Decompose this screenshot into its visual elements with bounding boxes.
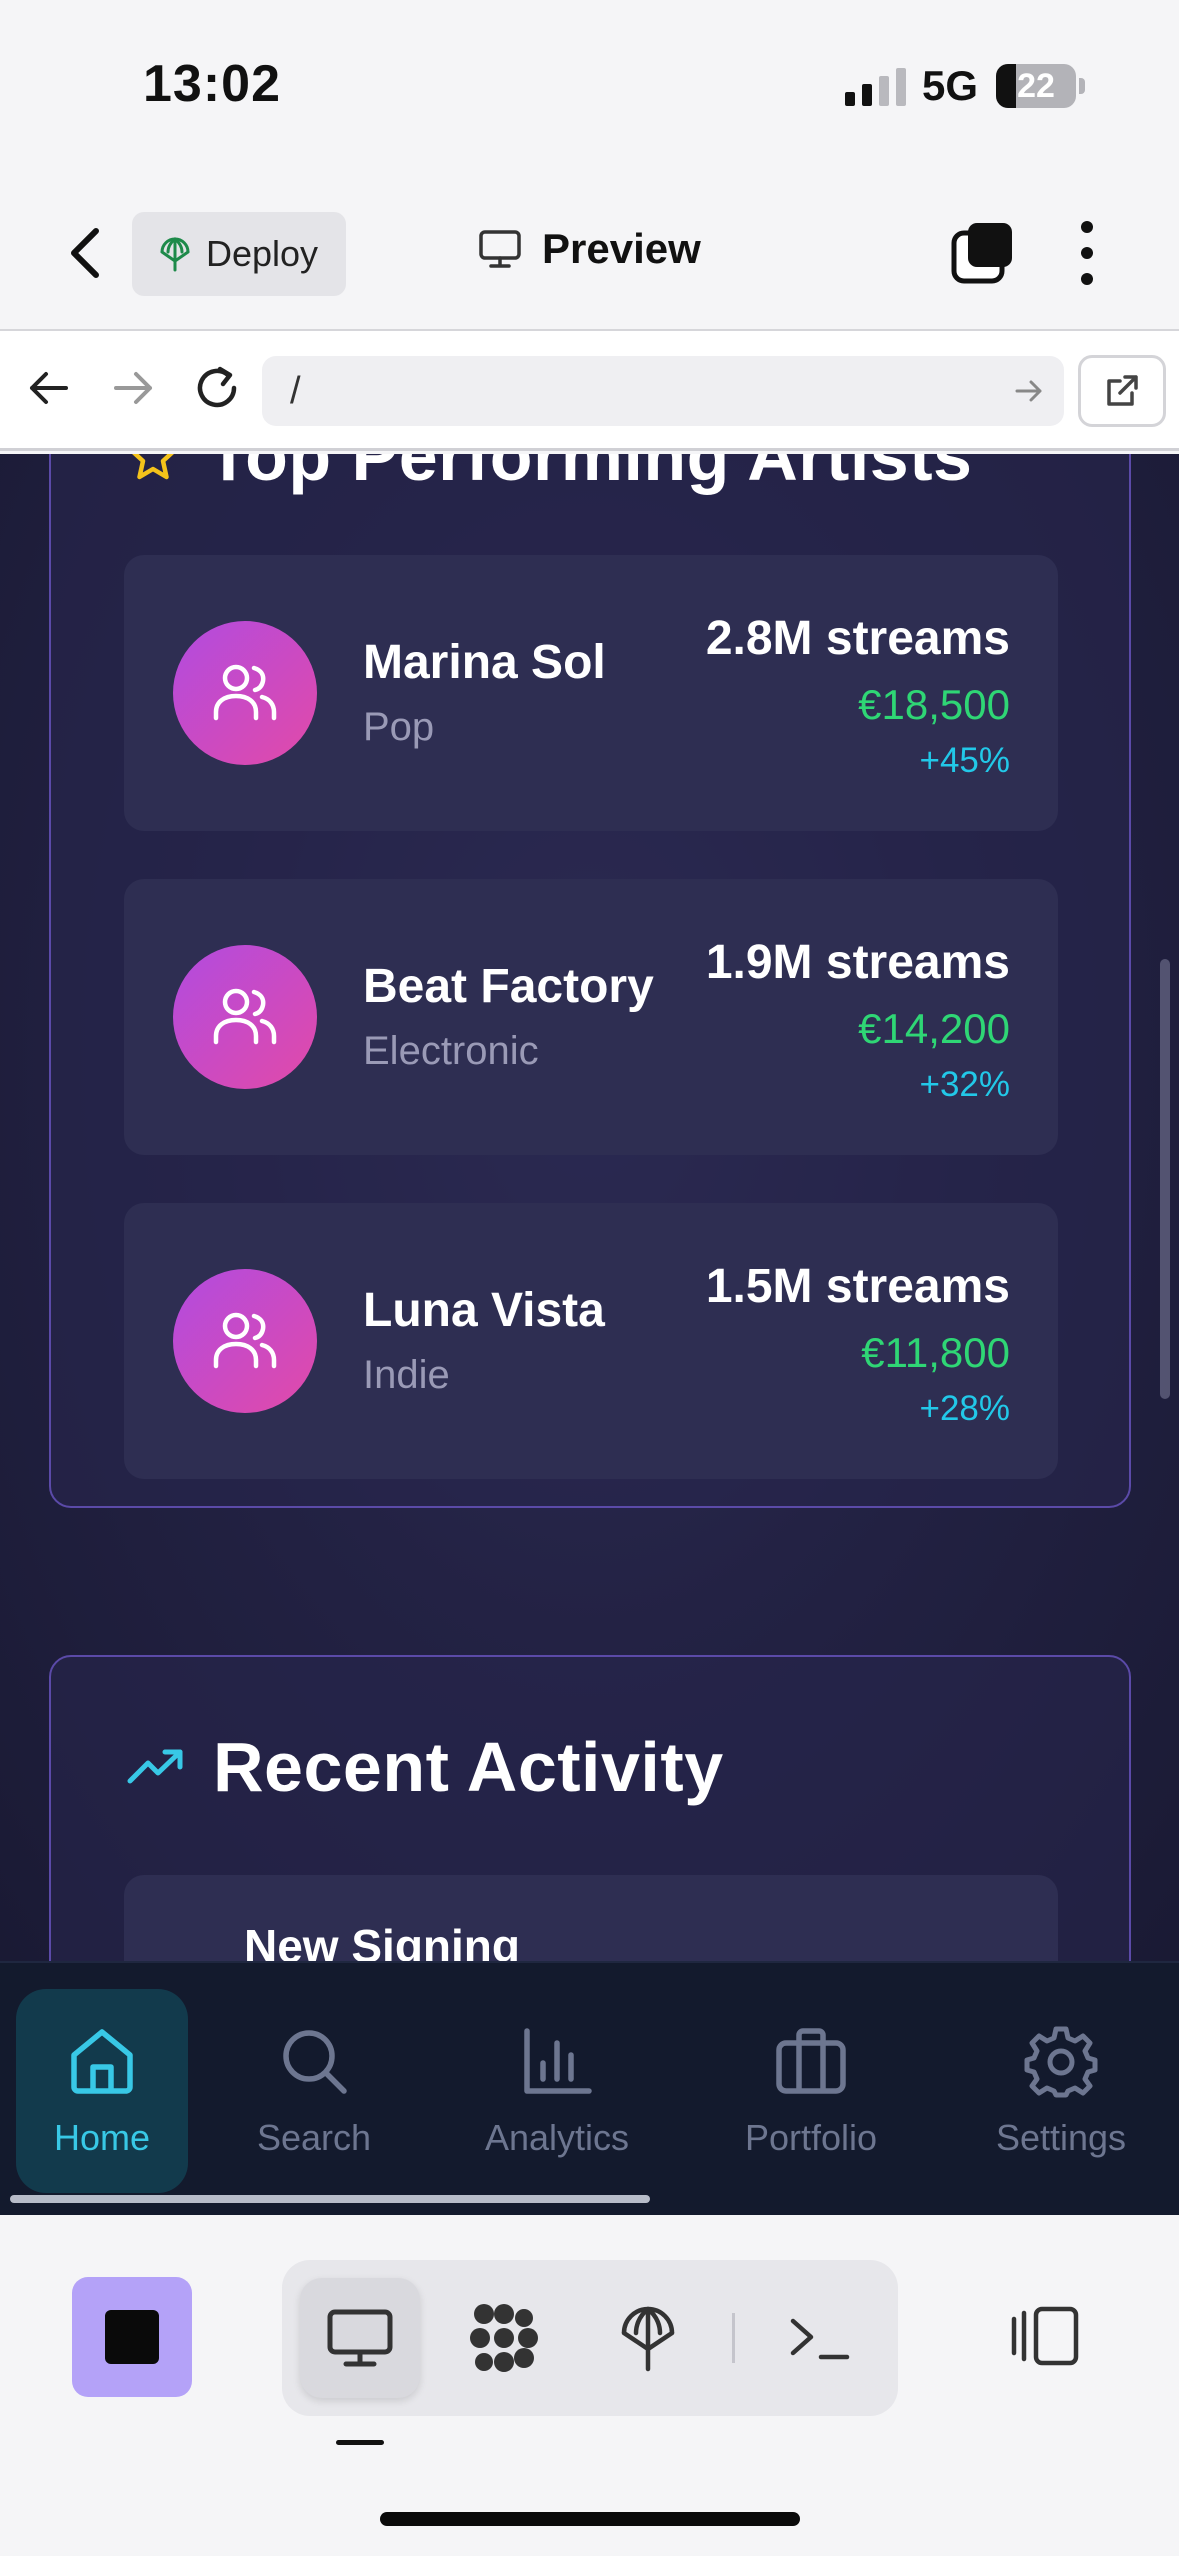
reload-icon[interactable] bbox=[190, 361, 244, 415]
artist-growth: +45% bbox=[919, 741, 1011, 780]
browser-back-icon[interactable] bbox=[26, 365, 72, 411]
deploy-icon bbox=[621, 2306, 675, 2372]
network-type: 5G bbox=[922, 62, 979, 109]
status-bar: 13:02 5G 22 bbox=[0, 0, 1179, 175]
top-artists-card: Top Performing Artists Marina Sol Pop 2.… bbox=[49, 454, 1131, 1508]
external-link-icon bbox=[1107, 375, 1138, 406]
tab-analytics[interactable]: Analytics bbox=[462, 1989, 652, 2193]
stop-icon bbox=[105, 2310, 159, 2364]
artist-genre: Indie bbox=[363, 1353, 450, 1397]
home-indicator bbox=[380, 2512, 800, 2526]
recent-activity-card: Recent Activity New Signing bbox=[49, 1655, 1131, 1961]
url-bar: / bbox=[0, 331, 1179, 451]
gear-icon bbox=[1024, 2026, 1098, 2098]
artist-name: Luna Vista bbox=[363, 1284, 605, 1337]
users-icon bbox=[213, 664, 277, 721]
users-icon bbox=[213, 988, 277, 1045]
preview-label: Preview bbox=[542, 225, 701, 272]
open-external-button[interactable] bbox=[1078, 355, 1166, 427]
tab-search-label: Search bbox=[256, 2117, 372, 2158]
tab-portfolio-label: Portfolio bbox=[744, 2117, 878, 2158]
monitor-icon bbox=[327, 2309, 393, 2367]
deploy-icon bbox=[160, 237, 190, 272]
home-icon bbox=[71, 2029, 133, 2094]
bar-chart-icon bbox=[524, 2028, 592, 2094]
search-icon bbox=[283, 2030, 347, 2094]
tab-portfolio[interactable]: Portfolio bbox=[716, 1989, 906, 2193]
tab-settings-label: Settings bbox=[995, 2117, 1127, 2158]
tab-settings[interactable]: Settings bbox=[966, 1989, 1156, 2193]
terminal-icon bbox=[790, 2318, 850, 2360]
artist-growth: +32% bbox=[919, 1065, 1011, 1104]
artist-avatar bbox=[173, 945, 317, 1089]
artist-genre: Pop bbox=[363, 705, 435, 749]
artist-growth: +28% bbox=[919, 1389, 1011, 1428]
artist-card[interactable]: Beat Factory Electronic 1.9M streams €14… bbox=[124, 879, 1058, 1155]
tab-analytics-label: Analytics bbox=[484, 2117, 630, 2158]
preview-view-button[interactable] bbox=[300, 2278, 420, 2398]
trending-up-icon bbox=[127, 1749, 183, 1784]
recent-activity-header: Recent Activity bbox=[127, 1727, 724, 1807]
status-time: 13:02 bbox=[143, 55, 281, 113]
briefcase-icon bbox=[776, 2028, 846, 2094]
console-view-button[interactable] bbox=[760, 2278, 880, 2398]
browser-forward-icon[interactable] bbox=[110, 365, 156, 411]
monitor-icon bbox=[479, 230, 521, 268]
tab-home-label: Home bbox=[53, 2117, 151, 2158]
artist-genre: Electronic bbox=[363, 1029, 539, 1073]
artist-revenue: €14,200 bbox=[858, 1005, 1010, 1052]
activity-item[interactable]: New Signing bbox=[124, 1875, 1058, 1961]
url-text: / bbox=[290, 369, 301, 412]
web-content: Top Performing Artists Marina Sol Pop 2.… bbox=[0, 454, 1179, 1961]
artist-avatar bbox=[173, 621, 317, 765]
battery-icon: 22 bbox=[996, 64, 1085, 108]
deploy-button[interactable]: Deploy bbox=[132, 212, 346, 296]
artist-name: Beat Factory bbox=[363, 960, 654, 1013]
view-switcher bbox=[282, 2260, 898, 2416]
signal-icon bbox=[845, 66, 906, 106]
agent-icon bbox=[470, 2304, 538, 2372]
more-menu-icon[interactable] bbox=[1070, 219, 1104, 287]
top-artists-header: Top Performing Artists bbox=[127, 454, 972, 496]
top-artists-title: Top Performing Artists bbox=[207, 454, 973, 495]
tab-home[interactable]: Home bbox=[16, 1989, 188, 2193]
artist-card[interactable]: Marina Sol Pop 2.8M streams €18,500 +45% bbox=[124, 555, 1058, 831]
divider bbox=[732, 2313, 735, 2363]
artist-name: Marina Sol bbox=[363, 636, 606, 689]
battery-level: 22 bbox=[1017, 66, 1055, 105]
bottom-tab-bar: Home Search Analytics Portfolio Settings bbox=[0, 1961, 1179, 2215]
url-input[interactable]: / bbox=[262, 356, 1064, 426]
artist-card[interactable]: Luna Vista Indie 1.5M streams €11,800 +2… bbox=[124, 1203, 1058, 1479]
artist-revenue: €18,500 bbox=[858, 681, 1010, 728]
artist-revenue: €11,800 bbox=[861, 1329, 1010, 1376]
app-toolbar: Deploy Preview bbox=[0, 175, 1179, 331]
artist-streams: 1.9M streams bbox=[705, 936, 1010, 989]
star-icon bbox=[132, 454, 174, 480]
bottom-app-bar bbox=[0, 2215, 1179, 2556]
recent-activity-title: Recent Activity bbox=[213, 1728, 724, 1806]
stop-button[interactable] bbox=[72, 2277, 192, 2397]
back-chevron-icon[interactable] bbox=[62, 225, 110, 281]
horizontal-scroll-indicator bbox=[10, 2195, 650, 2203]
tab-search[interactable]: Search bbox=[228, 1989, 400, 2193]
activity-title: New Signing bbox=[244, 1920, 520, 1961]
users-icon bbox=[213, 1312, 277, 1369]
preview-tab[interactable]: Preview bbox=[478, 225, 701, 273]
side-panel-icon[interactable] bbox=[1010, 2305, 1080, 2367]
active-view-indicator bbox=[336, 2440, 384, 2445]
artist-avatar bbox=[173, 1269, 317, 1413]
go-arrow-icon[interactable] bbox=[1014, 376, 1044, 406]
deploy-view-button[interactable] bbox=[588, 2278, 708, 2398]
deploy-label: Deploy bbox=[206, 233, 319, 274]
layers-icon[interactable] bbox=[950, 219, 1016, 285]
page-scrollbar[interactable] bbox=[1160, 959, 1170, 1399]
agent-view-button[interactable] bbox=[444, 2278, 564, 2398]
artist-streams: 1.5M streams bbox=[705, 1260, 1010, 1313]
artist-streams: 2.8M streams bbox=[705, 612, 1010, 665]
